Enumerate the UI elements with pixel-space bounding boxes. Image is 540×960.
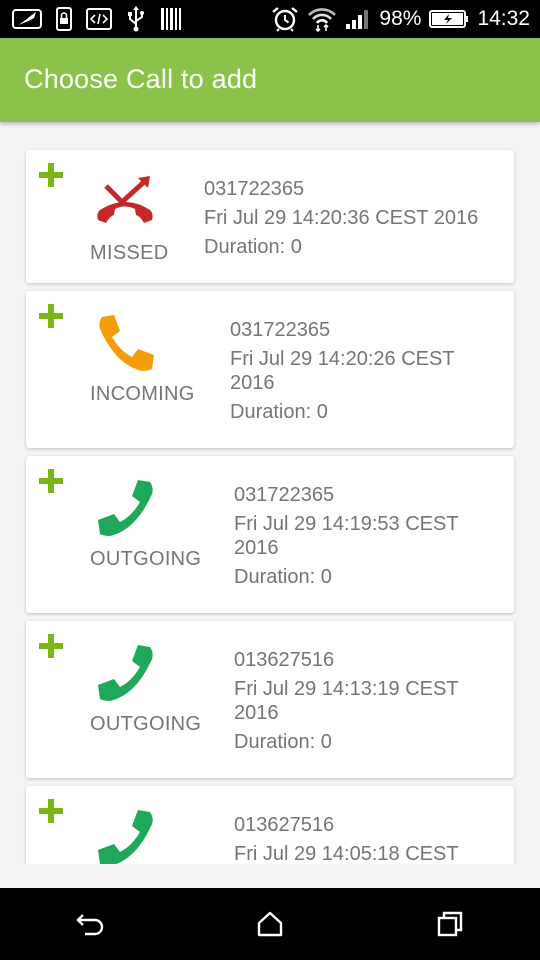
add-icon[interactable] [38,468,64,494]
call-list[interactable]: MISSED 031722365 Fri Jul 29 14:20:36 CES… [0,122,540,864]
call-date: Fri Jul 29 14:19:53 CEST 2016 [234,513,459,559]
navigation-bar [0,888,540,960]
app-bar: Choose Call to add [0,38,540,122]
call-details: 031722365 Fri Jul 29 14:20:26 CEST 2016 … [230,318,500,424]
add-icon[interactable] [38,798,64,824]
call-date: Fri Jul 29 14:13:19 CEST 2016 [234,678,459,724]
outgoing-call-icon [98,645,153,701]
phone-number: 031722365 [234,484,335,506]
call-type-label: OUTGOING [90,713,202,735]
list-bottom-padding [0,864,540,888]
add-icon[interactable] [38,633,64,659]
call-duration: Duration: 0 [204,236,302,258]
phone-number: 031722365 [230,319,331,341]
clock: 14:32 [477,7,530,30]
call-card[interactable]: OUTGOING 013627516 Fri Jul 29 14:13:19 C… [26,621,514,778]
alarm-clock-icon [271,6,299,32]
call-type-label: INCOMING [90,383,195,405]
call-date: Fri Jul 29 14:20:36 CEST 2016 [204,207,479,229]
outgoing-call-icon [98,480,153,536]
phone-number: 031722365 [204,178,305,200]
add-icon[interactable] [38,303,64,329]
developer-icon [86,6,112,32]
call-card[interactable]: OUTGOING 031722365 Fri Jul 29 14:19:53 C… [26,456,514,613]
wifi-icon [307,6,337,32]
call-details: 031722365 Fri Jul 29 14:20:36 CEST 2016 … [204,177,504,259]
call-card[interactable]: INCOMING 031722365 Fri Jul 29 14:20:26 C… [26,291,514,448]
usb-icon [126,6,146,32]
call-type-label: MISSED [90,242,169,264]
battery-percent: 98% [379,7,422,30]
call-details: 013627516 Fri Jul 29 14:13:19 CEST 2016 … [234,648,504,754]
call-duration: Duration: 0 [234,566,332,588]
back-button[interactable] [60,894,120,954]
page-title: Choose Call to add [24,64,258,94]
call-date: Fri Jul 29 14:05:18 CEST [234,843,459,864]
status-bar: 98% 14:32 [0,0,540,38]
add-icon[interactable] [38,162,64,188]
recent-apps-icon [437,911,463,937]
lock-icon [56,6,72,32]
call-details: 031722365 Fri Jul 29 14:19:53 CEST 2016 … [234,483,504,589]
recent-apps-button[interactable] [420,894,480,954]
missed-call-icon [97,176,153,223]
call-card[interactable]: MISSED 031722365 Fri Jul 29 14:20:36 CES… [26,150,514,283]
battery-charging-icon [429,6,469,32]
call-type-label: OUTGOING [90,548,202,570]
barcode-icon [160,6,182,32]
incoming-call-icon [99,315,154,371]
call-card[interactable]: 013627516 Fri Jul 29 14:05:18 CEST [26,786,514,864]
home-icon [257,911,283,937]
feather-notification-icon [12,6,42,32]
call-date: Fri Jul 29 14:20:26 CEST 2016 [230,348,455,394]
call-details: 013627516 Fri Jul 29 14:05:18 CEST [234,813,504,864]
signal-icon [345,6,371,32]
outgoing-call-icon [98,810,153,864]
call-duration: Duration: 0 [230,401,328,423]
back-icon [76,914,104,936]
home-button[interactable] [240,894,300,954]
call-duration: Duration: 0 [234,731,332,753]
phone-number: 013627516 [234,814,335,836]
phone-number: 013627516 [234,649,335,671]
